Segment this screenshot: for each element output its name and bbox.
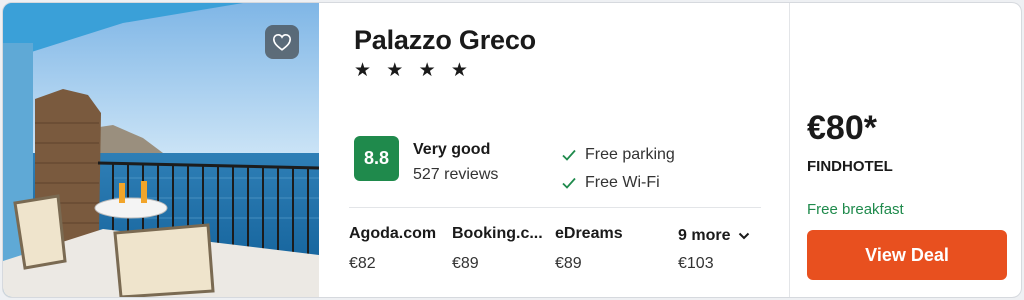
heart-icon <box>272 33 292 51</box>
star-rating: ★ ★ ★ ★ <box>354 60 473 81</box>
favorite-button[interactable] <box>265 25 299 59</box>
more-providers-button[interactable]: 9 more <box>678 227 750 245</box>
more-providers-price[interactable]: €103 <box>678 255 714 273</box>
best-deal-seller: FINDHOTEL <box>807 158 893 175</box>
provider-name-agoda[interactable]: Agoda.com <box>349 225 436 243</box>
amenity-free-parking: Free parking <box>561 146 675 164</box>
view-deal-button[interactable]: View Deal <box>807 230 1007 280</box>
review-count[interactable]: 527 reviews <box>413 166 498 184</box>
more-providers-label: 9 more <box>678 227 731 244</box>
section-divider <box>349 207 761 208</box>
provider-price-agoda[interactable]: €82 <box>349 255 376 273</box>
amenity-free-wifi: Free Wi-Fi <box>561 174 660 192</box>
review-label: Very good <box>413 141 491 158</box>
chevron-down-icon <box>739 232 750 240</box>
hotel-name[interactable]: Palazzo Greco <box>354 25 536 56</box>
hotel-result-card: Palazzo Greco ★ ★ ★ ★ 8.8 Very good 527 … <box>2 2 1022 298</box>
amenity-label: Free Wi-Fi <box>585 174 660 191</box>
check-icon <box>562 149 576 161</box>
provider-name-booking[interactable]: Booking.c... <box>452 225 543 243</box>
provider-price-edreams[interactable]: €89 <box>555 255 582 273</box>
provider-name-edreams[interactable]: eDreams <box>555 225 623 243</box>
deal-perk: Free breakfast <box>807 201 904 218</box>
provider-price-booking[interactable]: €89 <box>452 255 479 273</box>
check-icon <box>562 177 576 189</box>
hotel-photo[interactable] <box>3 3 319 297</box>
best-deal-price: €80* <box>807 109 877 147</box>
deal-divider <box>789 3 790 297</box>
review-score-badge: 8.8 <box>354 136 399 181</box>
amenity-label: Free parking <box>585 146 675 163</box>
